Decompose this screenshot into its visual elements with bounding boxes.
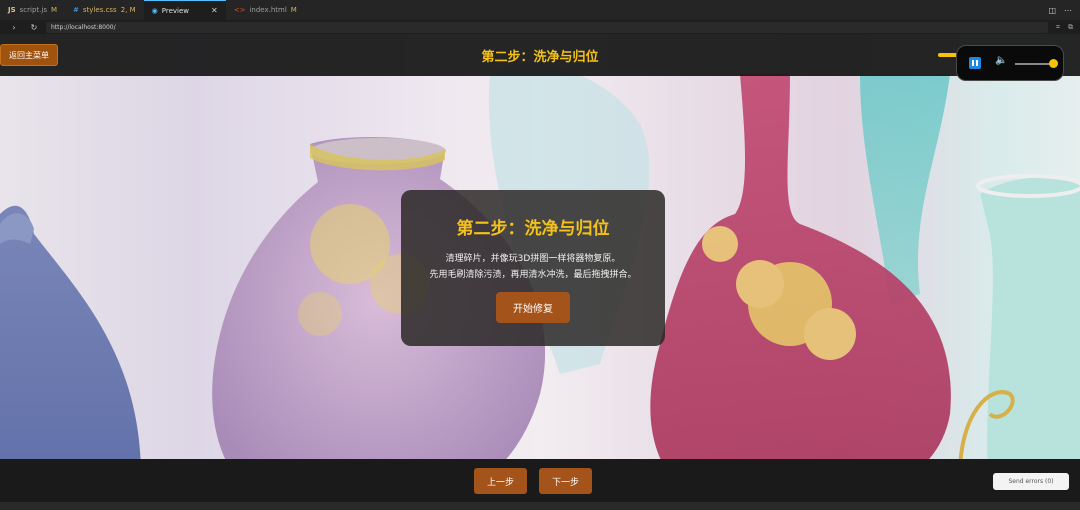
start-restoration-button[interactable]: 开始修复	[496, 292, 570, 323]
url-input[interactable]: http://localhost:8000/	[46, 21, 1048, 33]
tab-index-html[interactable]: <> index.html M	[226, 0, 305, 20]
modified-badge: M	[290, 6, 297, 14]
previous-step-button[interactable]: 上一步	[474, 468, 527, 494]
tab-label: script.js	[19, 6, 47, 14]
send-errors-button[interactable]: Send errors (0)	[993, 473, 1069, 490]
tab-script-js[interactable]: JS script.js M	[0, 0, 65, 20]
tab-label: index.html	[249, 6, 287, 14]
preview-eye-icon: ◉	[151, 6, 158, 15]
javascript-file-icon: JS	[8, 6, 16, 14]
tab-preview[interactable]: ◉ Preview ✕	[143, 0, 226, 20]
more-actions-icon[interactable]: ⋯	[1064, 6, 1072, 15]
dialog-line-2: 先用毛刷清除污渍，再用清水冲洗，最后拖拽拼合。	[429, 270, 637, 280]
pause-button[interactable]	[969, 57, 981, 69]
volume-icon[interactable]: 🔈	[995, 55, 1007, 66]
modified-badge: 2, M	[120, 6, 136, 14]
step-intro-dialog: 第二步：洗净与归位 清理碎片，并像玩3D拼图一样将器物复原。 先用毛刷清除污渍，…	[401, 190, 665, 346]
close-icon[interactable]: ✕	[211, 6, 218, 15]
audio-player: 🔈	[956, 45, 1064, 81]
editor-tab-bar: JS script.js M # styles.css 2, M ◉ Previ…	[0, 0, 1080, 20]
back-to-main-menu-button[interactable]: 返回主菜单	[0, 44, 58, 66]
modified-badge: M	[50, 6, 58, 14]
html-file-icon: <>	[233, 6, 246, 14]
open-external-icon[interactable]: ⧉	[1068, 23, 1073, 32]
css-file-icon: #	[73, 6, 79, 14]
chevron-right-icon[interactable]: ›	[8, 23, 20, 32]
next-step-button[interactable]: 下一步	[539, 468, 592, 494]
inspect-icon[interactable]: ⌗	[1056, 23, 1060, 32]
app-footer: 上一步 下一步 Send errors (0)	[0, 459, 1080, 502]
volume-slider-knob[interactable]	[1049, 59, 1058, 68]
tab-label: Preview	[161, 6, 190, 15]
split-editor-icon[interactable]: ◫	[1048, 6, 1056, 15]
audio-panel-handle[interactable]	[938, 53, 958, 57]
pause-icon	[972, 60, 974, 66]
page-title: 第二步：洗净与归位	[481, 49, 599, 65]
reload-icon[interactable]: ↻	[28, 23, 40, 32]
dialog-title: 第二步：洗净与归位	[456, 219, 610, 239]
browser-url-bar: › ↻ http://localhost:8000/ ⌗ ⧉	[0, 20, 1080, 34]
tab-styles-css[interactable]: # styles.css 2, M	[65, 0, 144, 20]
tab-label: styles.css	[82, 6, 117, 14]
dialog-line-1: 清理碎片，并像玩3D拼图一样将器物复原。	[445, 254, 621, 264]
status-bar	[0, 502, 1080, 510]
dialog-description: 清理碎片，并像玩3D拼图一样将器物复原。 先用毛刷清除污渍，再用清水冲洗，最后拖…	[401, 251, 665, 283]
app-viewport: 第二步：洗净与归位 返回主菜单 🔈 第二步：洗净与归位 清理碎片，并像玩3D拼图…	[0, 34, 1080, 502]
